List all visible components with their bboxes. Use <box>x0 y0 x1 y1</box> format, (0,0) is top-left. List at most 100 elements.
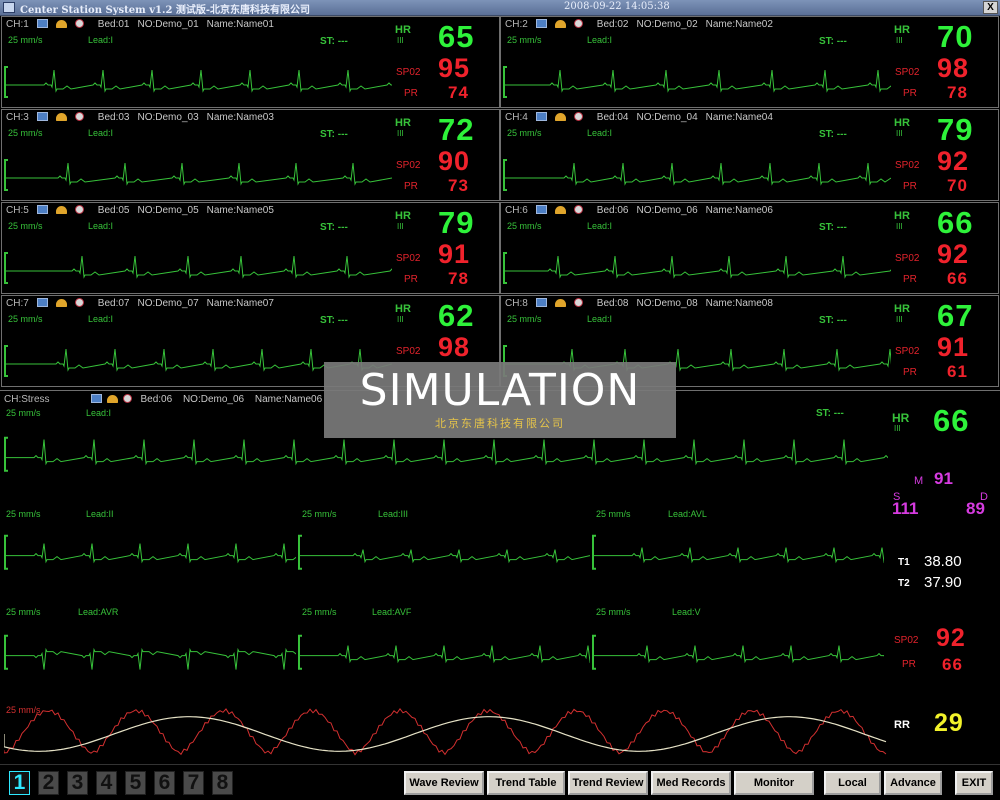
st-value: ST: --- <box>320 36 348 47</box>
ecg-trace <box>592 547 884 564</box>
med-records-button[interactable]: Med Records <box>651 771 731 795</box>
simulation-subtitle: 北京东唐科技有限公司 <box>435 418 565 430</box>
page-button-3[interactable]: 3 <box>67 771 88 795</box>
temp-t1-value: 38.80 <box>924 553 962 570</box>
bell-icon <box>554 20 566 28</box>
bell-icon <box>554 299 566 307</box>
pr-label: PR <box>903 274 917 285</box>
bell-icon <box>55 206 67 214</box>
channel-label: CH:8 <box>505 298 528 309</box>
hr-lead: III <box>896 222 903 231</box>
hr-lead: III <box>397 315 404 324</box>
page-button-8[interactable]: 8 <box>212 771 233 795</box>
temp-t2-label: T2 <box>898 578 910 589</box>
st-value: ST: --- <box>320 222 348 233</box>
spo2-label: SP02 <box>396 67 421 78</box>
lead-row1-speed-2: 25 mm/s <box>302 509 337 519</box>
ecg-waveform <box>503 66 891 98</box>
page-button-2[interactable]: 2 <box>38 771 59 795</box>
st-value: ST: --- <box>320 315 348 326</box>
page-button-6[interactable]: 6 <box>154 771 175 795</box>
local-button[interactable]: Local <box>824 771 881 795</box>
trend-review-button[interactable]: Trend Review <box>568 771 648 795</box>
lead-row2-speed-1: 25 mm/s <box>6 607 41 617</box>
stress-panel: CH:Stress Bed:06 NO:Demo_06 Name:Name06 … <box>0 390 1000 764</box>
window-datetime: 2008-09-22 14:05:38 <box>564 1 670 12</box>
hr-lead: III <box>896 36 903 45</box>
spo2-label: SP02 <box>895 253 920 264</box>
channel-panel[interactable]: CH:4 Bed:04 NO:Demo_04 Name:Name04 25 mm/s Le… <box>500 109 999 201</box>
hr-lead: III <box>896 315 903 324</box>
ecg-trace <box>503 255 891 279</box>
sweep-speed: 25 mm/s <box>507 314 542 324</box>
exit-button[interactable]: EXIT <box>955 771 993 795</box>
hr-label: HR <box>395 24 411 36</box>
channel-panel[interactable]: CH:5 Bed:05 NO:Demo_05 Name:Name05 25 mm/s Le… <box>1 202 500 294</box>
channel-label: CH:2 <box>505 19 528 30</box>
pr-value: 78 <box>947 83 968 102</box>
ecg-trace <box>4 647 296 670</box>
channel-header: CH:2 Bed:02 NO:Demo_02 Name:Name02 <box>505 19 781 31</box>
bed-label: Bed:07 <box>97 298 130 309</box>
pr-label: PR <box>404 88 418 99</box>
alarm-icon <box>74 298 84 307</box>
spo2-label: SP02 <box>895 160 920 171</box>
nibp-dia-value: 89 <box>966 499 985 518</box>
stress-spo2-label: SP02 <box>894 635 919 646</box>
page-button-4[interactable]: 4 <box>96 771 117 795</box>
channel-panel[interactable]: CH:1 Bed:01 NO:Demo_01 Name:Name01 25 mm/s Le… <box>1 16 500 108</box>
sweep-speed: 25 mm/s <box>507 35 542 45</box>
monitor-icon <box>36 112 48 121</box>
lead-v-waveform <box>592 634 884 670</box>
trend-table-button[interactable]: Trend Table <box>487 771 565 795</box>
channel-panel[interactable]: CH:6 Bed:06 NO:Demo_06 Name:Name06 25 mm/s Le… <box>500 202 999 294</box>
ecg-lead: Lead:I <box>587 35 613 45</box>
spo2-value: 98 <box>438 332 471 362</box>
stress-patient-no: NO:Demo_06 <box>182 394 245 405</box>
spo2-value: 91 <box>937 332 970 362</box>
lead-row1-name-1: Lead:II <box>86 509 114 519</box>
window-close-button[interactable]: X <box>983 1 998 14</box>
calibration-bracket <box>4 345 8 377</box>
hr-value: 66 <box>937 205 974 240</box>
lead-avr-waveform <box>4 634 296 670</box>
calibration-bracket <box>503 66 507 98</box>
hr-lead: III <box>397 129 404 138</box>
page-button-5[interactable]: 5 <box>125 771 146 795</box>
lead-row2-speed-3: 25 mm/s <box>596 607 631 617</box>
calibration-bracket <box>298 634 302 670</box>
monitor-icon <box>91 394 103 403</box>
channel-header: CH:4 Bed:04 NO:Demo_04 Name:Name04 <box>505 112 781 124</box>
page-button-7[interactable]: 7 <box>183 771 204 795</box>
hr-lead: III <box>896 129 903 138</box>
calibration-bracket <box>503 252 507 284</box>
page-button-1[interactable]: 1 <box>9 771 30 795</box>
bell-icon <box>554 206 566 214</box>
advance-button[interactable]: Advance <box>884 771 942 795</box>
channel-panel[interactable]: CH:3 Bed:03 NO:Demo_03 Name:Name03 25 mm/s Le… <box>1 109 500 201</box>
channel-label: CH:3 <box>6 112 29 123</box>
monitor-icon <box>36 19 48 28</box>
channel-label: CH:4 <box>505 112 528 123</box>
lead-avl-waveform <box>592 534 884 570</box>
wave-review-button[interactable]: Wave Review <box>404 771 484 795</box>
alarm-icon <box>74 205 84 214</box>
stress-spo2-value: 92 <box>936 624 966 652</box>
st-value: ST: --- <box>819 315 847 326</box>
patient-no: NO:Demo_02 <box>636 19 698 30</box>
monitor-button[interactable]: Monitor <box>734 771 814 795</box>
simulation-overlay: SIMULATION 北京东唐科技有限公司 <box>324 362 676 438</box>
hr-label: HR <box>894 303 910 315</box>
calibration-bracket <box>4 159 8 191</box>
monitor-icon <box>535 19 547 28</box>
sweep-speed: 25 mm/s <box>507 128 542 138</box>
ecg-trace <box>298 645 590 664</box>
bed-label: Bed:05 <box>97 205 130 216</box>
ecg-lead: Lead:I <box>88 128 114 138</box>
ecg-trace <box>4 255 392 279</box>
patient-no: NO:Demo_05 <box>137 205 199 216</box>
lead-row1-speed-3: 25 mm/s <box>596 509 631 519</box>
channel-panel[interactable]: CH:2 Bed:02 NO:Demo_02 Name:Name02 25 mm/s Le… <box>500 16 999 108</box>
bottom-toolbar: 12345678 Wave Review Trend Table Trend R… <box>0 764 1000 800</box>
channel-label: CH:6 <box>505 205 528 216</box>
